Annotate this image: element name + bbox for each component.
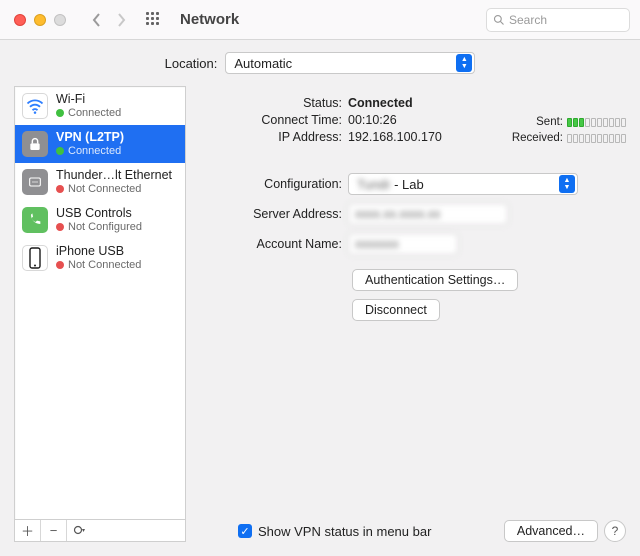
received-bars-icon bbox=[567, 134, 626, 143]
status-dot-icon bbox=[56, 109, 64, 117]
connect-time-value: 00:10:26 bbox=[348, 113, 397, 127]
server-address-label: Server Address: bbox=[198, 207, 348, 221]
status-dot-icon bbox=[56, 147, 64, 155]
back-button[interactable] bbox=[88, 9, 106, 31]
received-label: Received: bbox=[512, 132, 563, 144]
sidebar-item-label: Wi-Fi bbox=[56, 93, 121, 107]
search-icon bbox=[493, 14, 505, 26]
sidebar-item-label: Thunder…lt Ethernet bbox=[56, 169, 172, 183]
ethernet-icon bbox=[22, 169, 48, 195]
window-traffic-lights bbox=[14, 14, 66, 26]
sent-label: Sent: bbox=[536, 116, 563, 128]
auth-settings-button[interactable]: Authentication Settings… bbox=[352, 269, 518, 291]
detail-panel: Status: Connected Connect Time: 00:10:26… bbox=[198, 86, 626, 542]
location-value: Automatic bbox=[234, 56, 292, 71]
location-label: Location: bbox=[165, 56, 218, 71]
zoom-window-button[interactable] bbox=[54, 14, 66, 26]
interface-list: Wi-Fi Connected VPN (L2TP) Connected bbox=[14, 86, 186, 520]
status-label: Status: bbox=[198, 96, 348, 110]
search-input[interactable]: Search bbox=[486, 8, 630, 32]
sidebar-item-usb-controls[interactable]: USB Controls Not Configured bbox=[15, 201, 185, 239]
connect-time-label: Connect Time: bbox=[198, 113, 348, 127]
sidebar: Wi-Fi Connected VPN (L2TP) Connected bbox=[14, 86, 186, 542]
select-stepper-icon: ▲▼ bbox=[456, 54, 472, 72]
sidebar-item-wifi[interactable]: Wi-Fi Connected bbox=[15, 87, 185, 125]
server-address-input[interactable]: xxxx.xx.xxxx.xx bbox=[348, 203, 508, 225]
wifi-icon bbox=[22, 93, 48, 119]
close-window-button[interactable] bbox=[14, 14, 26, 26]
checkbox-checked-icon: ✓ bbox=[238, 524, 252, 538]
disconnect-button[interactable]: Disconnect bbox=[352, 299, 440, 321]
sidebar-item-label: iPhone USB bbox=[56, 245, 141, 259]
titlebar: Network Search bbox=[0, 0, 640, 40]
show-vpn-status-checkbox[interactable]: ✓ Show VPN status in menu bar bbox=[238, 524, 431, 539]
sidebar-item-thunderbolt[interactable]: Thunder…lt Ethernet Not Connected bbox=[15, 163, 185, 201]
body: Wi-Fi Connected VPN (L2TP) Connected bbox=[0, 86, 640, 556]
help-button[interactable]: ? bbox=[604, 520, 626, 542]
configuration-label: Configuration: bbox=[198, 177, 348, 191]
search-placeholder: Search bbox=[509, 13, 547, 27]
phone-icon bbox=[22, 207, 48, 233]
checkbox-label: Show VPN status in menu bar bbox=[258, 524, 431, 539]
ip-address-label: IP Address: bbox=[198, 130, 348, 144]
minimize-window-button[interactable] bbox=[34, 14, 46, 26]
show-all-prefs-button[interactable] bbox=[146, 12, 162, 28]
interface-actions-button[interactable] bbox=[67, 520, 93, 541]
account-name-label: Account Name: bbox=[198, 237, 348, 251]
advanced-button[interactable]: Advanced… bbox=[504, 520, 598, 542]
sidebar-item-label: VPN (L2TP) bbox=[56, 131, 124, 145]
select-stepper-icon: ▲▼ bbox=[559, 175, 575, 193]
add-interface-button[interactable]: ＋ bbox=[15, 520, 41, 541]
status-dot-icon bbox=[56, 185, 64, 193]
lock-icon bbox=[22, 131, 48, 157]
sidebar-item-iphone-usb[interactable]: iPhone USB Not Connected bbox=[15, 239, 185, 277]
footer: ✓ Show VPN status in menu bar Advanced… … bbox=[198, 514, 626, 542]
location-select[interactable]: Automatic ▲▼ bbox=[225, 52, 475, 74]
iphone-icon bbox=[22, 245, 48, 271]
sidebar-buttons: ＋ − bbox=[14, 520, 186, 542]
window-title: Network bbox=[180, 11, 239, 28]
account-name-input[interactable]: xxxxxxx bbox=[348, 233, 458, 255]
status-dot-icon bbox=[56, 261, 64, 269]
location-row: Location: Automatic ▲▼ bbox=[0, 40, 640, 86]
ip-address-value: 192.168.100.170 bbox=[348, 130, 442, 144]
sidebar-item-label: USB Controls bbox=[56, 207, 142, 221]
status-dot-icon bbox=[56, 223, 64, 231]
forward-button[interactable] bbox=[112, 9, 130, 31]
configuration-select[interactable]: Tundr - Lab ▲▼ bbox=[348, 173, 578, 195]
sent-bars-icon bbox=[567, 118, 626, 127]
traffic-meters: Sent: Received: bbox=[512, 114, 626, 146]
remove-interface-button[interactable]: − bbox=[41, 520, 67, 541]
status-value: Connected bbox=[348, 96, 413, 110]
sidebar-item-vpn[interactable]: VPN (L2TP) Connected bbox=[15, 125, 185, 163]
